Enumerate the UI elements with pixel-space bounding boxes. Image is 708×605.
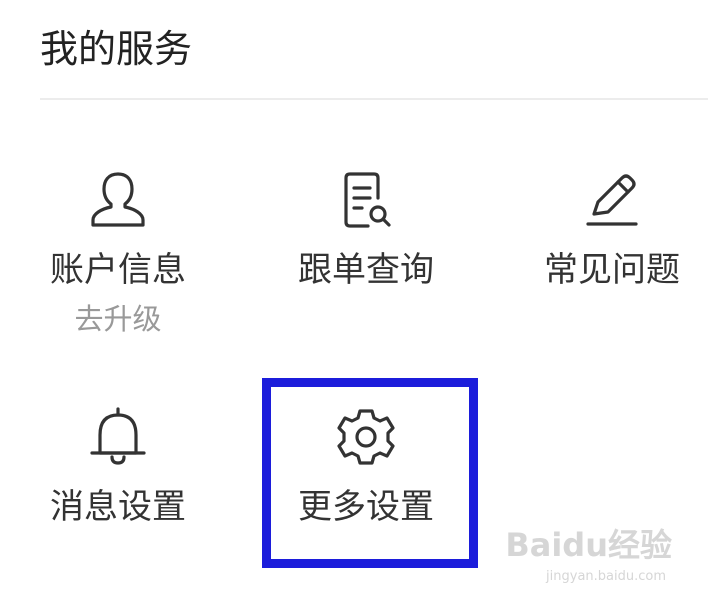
- service-message-settings[interactable]: 消息设置: [0, 405, 236, 605]
- gear-icon: [334, 405, 398, 469]
- watermark-url: jingyan.baidu.com: [546, 569, 666, 584]
- pencil-icon: [580, 168, 644, 232]
- section-title: 我的服务: [40, 27, 193, 71]
- bell-icon: [86, 405, 150, 469]
- service-label: 常见问题: [544, 250, 680, 290]
- service-faq[interactable]: 常见问题: [494, 168, 708, 368]
- service-label: 账户信息: [50, 250, 186, 290]
- service-label: 更多设置: [298, 487, 434, 527]
- user-icon: [86, 168, 150, 232]
- service-order-query[interactable]: 跟单查询: [248, 168, 484, 368]
- document-search-icon: [334, 168, 398, 232]
- upgrade-link[interactable]: 去升级: [0, 302, 236, 336]
- service-label: 消息设置: [50, 487, 186, 527]
- divider: [40, 98, 708, 100]
- service-more-settings[interactable]: 更多设置: [248, 405, 484, 605]
- service-account-info[interactable]: 账户信息 去升级: [0, 168, 236, 368]
- service-label: 跟单查询: [298, 250, 434, 290]
- watermark-logo: Baidu经验: [505, 526, 672, 564]
